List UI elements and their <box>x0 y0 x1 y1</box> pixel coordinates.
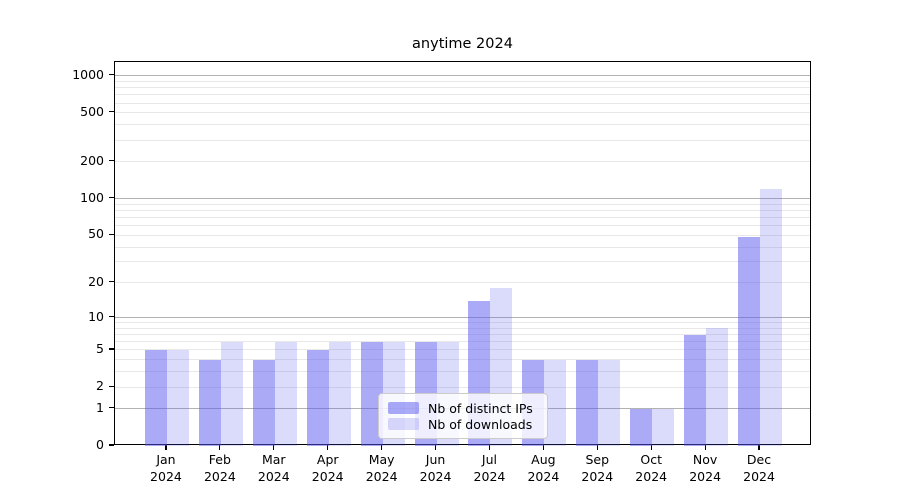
y-tick-mark <box>109 407 114 408</box>
legend-swatch-nb-of-downloads <box>388 418 419 430</box>
y-tick-label: 500 <box>0 104 104 120</box>
bar-nb-of-distinct-ips-feb <box>199 360 221 446</box>
minor-gridline <box>115 261 810 262</box>
bar-nb-of-distinct-ips-sep <box>576 360 598 446</box>
minor-gridline <box>115 140 810 141</box>
bar-nb-of-downloads-dec <box>760 189 782 446</box>
bar-nb-of-downloads-jan <box>167 350 189 446</box>
bar-nb-of-downloads-sep <box>598 360 620 446</box>
bar-nb-of-distinct-ips-jan <box>145 350 167 446</box>
minor-gridline <box>115 94 810 95</box>
y-tick-label: 50 <box>0 226 104 242</box>
minor-gridline <box>115 112 810 113</box>
legend-item-nb-of-downloads: Nb of downloads <box>388 416 538 432</box>
bar-nb-of-distinct-ips-dec <box>738 237 760 446</box>
y-tick-mark <box>109 444 114 445</box>
y-tick-mark <box>109 234 114 235</box>
major-gridline <box>115 198 810 199</box>
major-gridline <box>115 75 810 76</box>
bar-nb-of-distinct-ips-apr <box>307 350 329 446</box>
minor-gridline <box>115 103 810 104</box>
y-tick-mark <box>109 348 114 349</box>
legend-item-nb-of-distinct-ips: Nb of distinct IPs <box>388 400 538 416</box>
y-tick-label: 0 <box>0 437 104 453</box>
minor-gridline <box>115 210 810 211</box>
legend-label: Nb of distinct IPs <box>428 401 533 416</box>
bar-nb-of-distinct-ips-mar <box>253 360 275 446</box>
chart-title: anytime 2024 <box>114 36 811 52</box>
y-tick-label: 1 <box>0 400 104 416</box>
legend: Nb of distinct IPsNb of downloads <box>378 393 548 439</box>
legend-swatch-nb-of-distinct-ips <box>388 402 419 414</box>
x-tick-year: 2024 <box>714 469 804 486</box>
y-tick-mark <box>109 386 114 387</box>
minor-gridline <box>115 124 810 125</box>
minor-gridline <box>115 204 810 205</box>
bar-nb-of-downloads-mar <box>275 342 297 446</box>
minor-gridline <box>115 81 810 82</box>
minor-gridline <box>115 282 810 283</box>
minor-gridline <box>115 225 810 226</box>
bar-nb-of-downloads-nov <box>706 328 728 446</box>
y-tick-label: 20 <box>0 274 104 290</box>
bar-nb-of-downloads-oct <box>652 409 674 446</box>
y-tick-label: 1000 <box>0 67 104 83</box>
minor-gridline <box>115 247 810 248</box>
minor-gridline <box>115 87 810 88</box>
legend-label: Nb of downloads <box>428 417 532 432</box>
major-gridline <box>115 317 810 318</box>
minor-gridline <box>115 322 810 323</box>
y-tick-label: 10 <box>0 309 104 325</box>
y-tick-label: 100 <box>0 190 104 206</box>
x-tick-month: Dec <box>714 452 804 469</box>
y-tick-mark <box>109 160 114 161</box>
y-tick-label: 5 <box>0 341 104 357</box>
bar-nb-of-distinct-ips-oct <box>630 409 652 446</box>
minor-gridline <box>115 217 810 218</box>
y-tick-mark <box>109 281 114 282</box>
plot-area: Nb of distinct IPsNb of downloads <box>114 61 811 445</box>
y-tick-mark <box>109 111 114 112</box>
bar-nb-of-downloads-feb <box>221 342 243 446</box>
bar-nb-of-downloads-apr <box>329 342 351 446</box>
minor-gridline <box>115 161 810 162</box>
bar-nb-of-distinct-ips-nov <box>684 335 706 446</box>
x-tick-label: Dec2024 <box>714 452 804 485</box>
y-tick-label: 200 <box>0 153 104 169</box>
chart-figure: anytime 2024 Nb of distinct IPsNb of dow… <box>0 0 900 500</box>
y-tick-mark <box>109 74 114 75</box>
minor-gridline <box>115 235 810 236</box>
y-tick-label: 2 <box>0 378 104 394</box>
y-tick-mark <box>109 197 114 198</box>
y-tick-mark <box>109 316 114 317</box>
